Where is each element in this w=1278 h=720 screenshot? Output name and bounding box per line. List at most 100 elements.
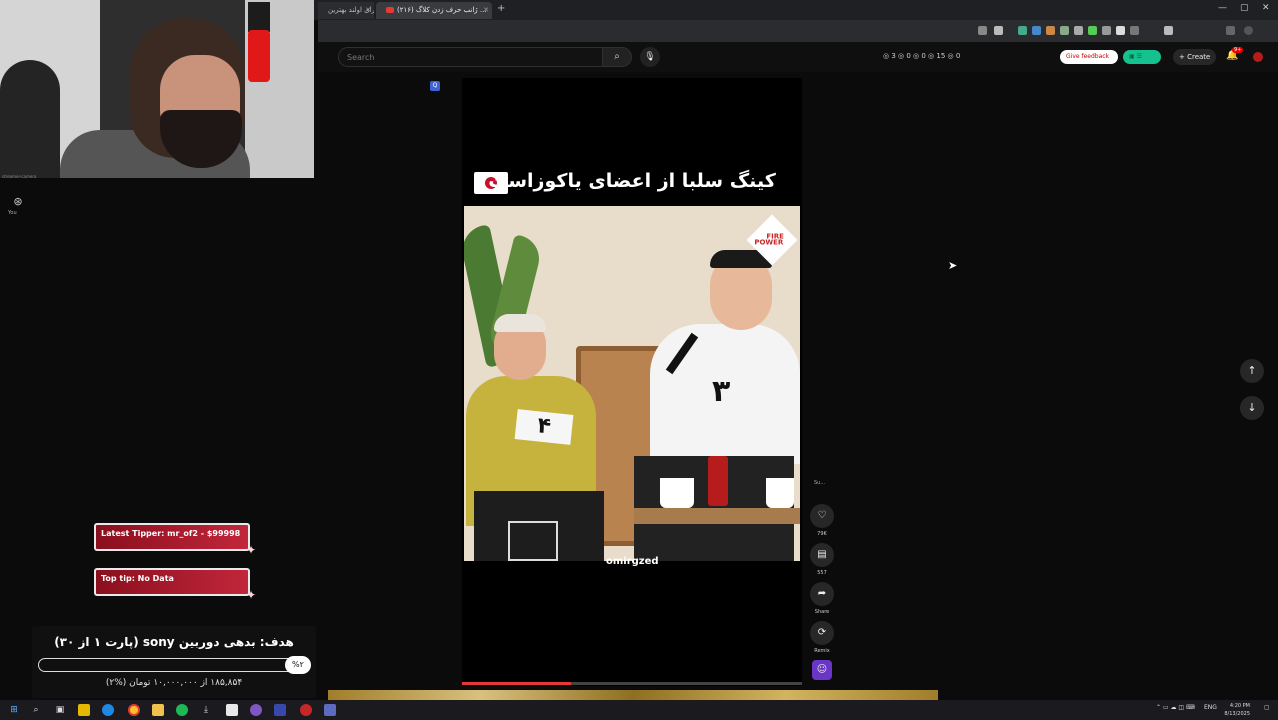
mic-arm [248,2,270,32]
remix-thumbnail-icon[interactable]: ☺ [812,660,832,680]
mouse-cursor-icon: ➤ [948,259,958,272]
video-progress-fill [462,682,571,685]
spotify-icon[interactable] [176,704,188,716]
goal-progress-bar: %۲ [38,656,311,674]
microphone-icon[interactable]: 🎙 [640,47,660,67]
stream-stats: ◎ 3 ◎ 0 ◎ 0 ◎ 15 ◎ 0 [883,52,961,60]
close-window-button[interactable]: ✕ [1262,3,1270,13]
search-icon[interactable]: ⌕ [602,47,632,67]
extension-icon[interactable] [1130,26,1139,35]
video-title-overlay: کینگ سلبا از اعضای یاکوزاست [488,170,776,192]
taskbar-clock[interactable]: 4:20 PM 8/13/2025 [1220,702,1250,718]
folder-icon[interactable] [152,704,164,716]
top-tip-text: Top tip: No Data [101,574,174,583]
like-count: 79K [817,531,827,537]
extension-icon[interactable] [1164,26,1173,35]
video-progress-bar[interactable] [462,682,802,685]
brand-line-2: POWER [754,238,784,247]
browser-tab-2[interactable]: (۲۱۶) ژانب حرف زدن کلاگ ... ✕ [376,2,492,19]
search-icon[interactable]: ⌕ [30,704,42,716]
extension-icon[interactable] [1116,26,1125,35]
microphone-icon [248,30,270,82]
share-label: Share [814,609,830,615]
notification-icon[interactable]: ▢ [1264,704,1270,711]
app-icon[interactable] [250,704,262,716]
sparkle-icon: ✦ [245,543,256,557]
remix-icon[interactable]: ⟳ [810,621,834,645]
search-input[interactable]: Search [338,47,620,67]
share-icon[interactable]: ➦ [810,582,834,606]
donation-goal-widget: هدف: بدهی دوربین sony (پارت ۱ از ۳۰) %۲ … [32,626,316,698]
edge-browser-icon[interactable] [102,704,114,716]
feedback-button[interactable]: Give feedback [1060,50,1118,64]
language-indicator[interactable]: ENG [1204,704,1217,711]
latest-tipper-widget: Latest Tipper: mr_of2 - $99998 ✦ [94,523,256,557]
youtube-header: Search ⌕ 🎙 ◎ 3 ◎ 0 ◎ 0 ◎ 15 ◎ 0 Give fee… [318,42,1278,72]
close-tab-icon[interactable]: ✕ [483,2,489,19]
live-toggle-button[interactable]: ▣ ☰ [1123,50,1161,64]
task-view-icon[interactable]: ▣ [54,704,66,716]
remix-label: Remix [814,648,830,654]
close-tab-icon[interactable]: ✕ [365,2,371,19]
extension-badge-icon[interactable]: Q [430,81,440,91]
wooden-table [634,508,800,524]
shirt-number-3: ۳ [712,374,731,409]
document-icon[interactable] [226,704,238,716]
browser-tab-1[interactable]: برای اولند بهترین ... ✕ [318,2,374,19]
tab-2-label: (۲۱۶) ژانب حرف زدن کلاگ ... [397,6,487,14]
extension-icon[interactable] [1088,26,1097,35]
extension-icon[interactable] [1032,26,1041,35]
profile-icon[interactable] [1244,26,1253,35]
sidebar-icon[interactable] [1226,26,1235,35]
windows-taskbar: ⊞ ⌕ ▣ ⤓ ⌃ ▭ ☁ ◫ ⌨ ENG 4:20 PM 8/13/2025 … [0,700,1278,720]
account-avatar[interactable] [1253,52,1263,62]
mug [660,478,694,508]
energy-drink-can [708,456,728,506]
old-man-hair [494,314,546,332]
video-watermark: omirgzed [606,556,659,567]
create-button[interactable]: + Create [1173,49,1217,65]
extension-icon[interactable] [1102,26,1111,35]
app-icon[interactable] [324,704,336,716]
tray-icons[interactable]: ⌃ ▭ ☁ ◫ ⌨ [1156,704,1195,711]
windows-start-icon[interactable]: ⊞ [8,704,20,716]
file-explorer-icon[interactable] [78,704,90,716]
video-frame: ۴ ۳ FIRE POWER [464,206,800,561]
bookmark-star-icon[interactable] [994,26,1003,35]
webcam-caption: streamer-camera [2,174,37,179]
app-icon[interactable] [274,704,286,716]
browser-toolbar [318,20,1278,42]
maximize-button[interactable]: ▢ [1240,3,1249,13]
streamer-webcam [0,0,314,178]
goal-amount-text: ۱۸۵,۸۵۴ از ۱۰,۰۰۰,۰۰۰ تومان (%۲) [105,678,243,688]
previous-short-button[interactable]: ↑ [1240,359,1264,383]
extension-icon[interactable] [1018,26,1027,35]
webcam-person-left [0,60,60,178]
chrome-browser-icon[interactable] [128,704,140,716]
extension-icon[interactable] [1074,26,1083,35]
like-icon[interactable]: ♡ [810,504,834,528]
goal-title: هدف: بدهی دوربین sony (پارت ۱ از ۳۰) [54,635,294,649]
youtube-favicon-icon [386,7,394,13]
shorts-video-player[interactable]: کینگ سلبا از اعضای یاکوزاست ۴ ۳ FIRE POW… [462,78,802,686]
extension-icon[interactable] [1046,26,1055,35]
clock-time: 4:20 PM [1229,703,1250,709]
comment-icon[interactable]: ▤ [810,543,834,567]
top-tip-widget: Top tip: No Data ✦ [94,568,256,602]
next-short-button[interactable]: ↓ [1240,396,1264,420]
latest-tipper-text: Latest Tipper: mr_of2 - $99998 [101,529,241,538]
you-icon[interactable]: ⊛ [11,195,25,208]
sparkle-icon: ✦ [245,588,256,602]
crate [508,521,558,561]
subscribe-label[interactable]: Su... [814,480,825,486]
comment-count: 557 [817,570,827,576]
you-label: You [8,210,17,216]
extension-icon[interactable] [1060,26,1069,35]
minimize-button[interactable]: — [1218,3,1227,13]
extension-icon[interactable] [978,26,987,35]
goal-percent-badge: %۲ [285,656,311,674]
download-icon[interactable]: ⤓ [200,704,212,716]
notification-count-badge: 9+ [1232,47,1244,53]
new-tab-button[interactable]: + [497,3,505,14]
obs-icon[interactable] [300,704,312,716]
